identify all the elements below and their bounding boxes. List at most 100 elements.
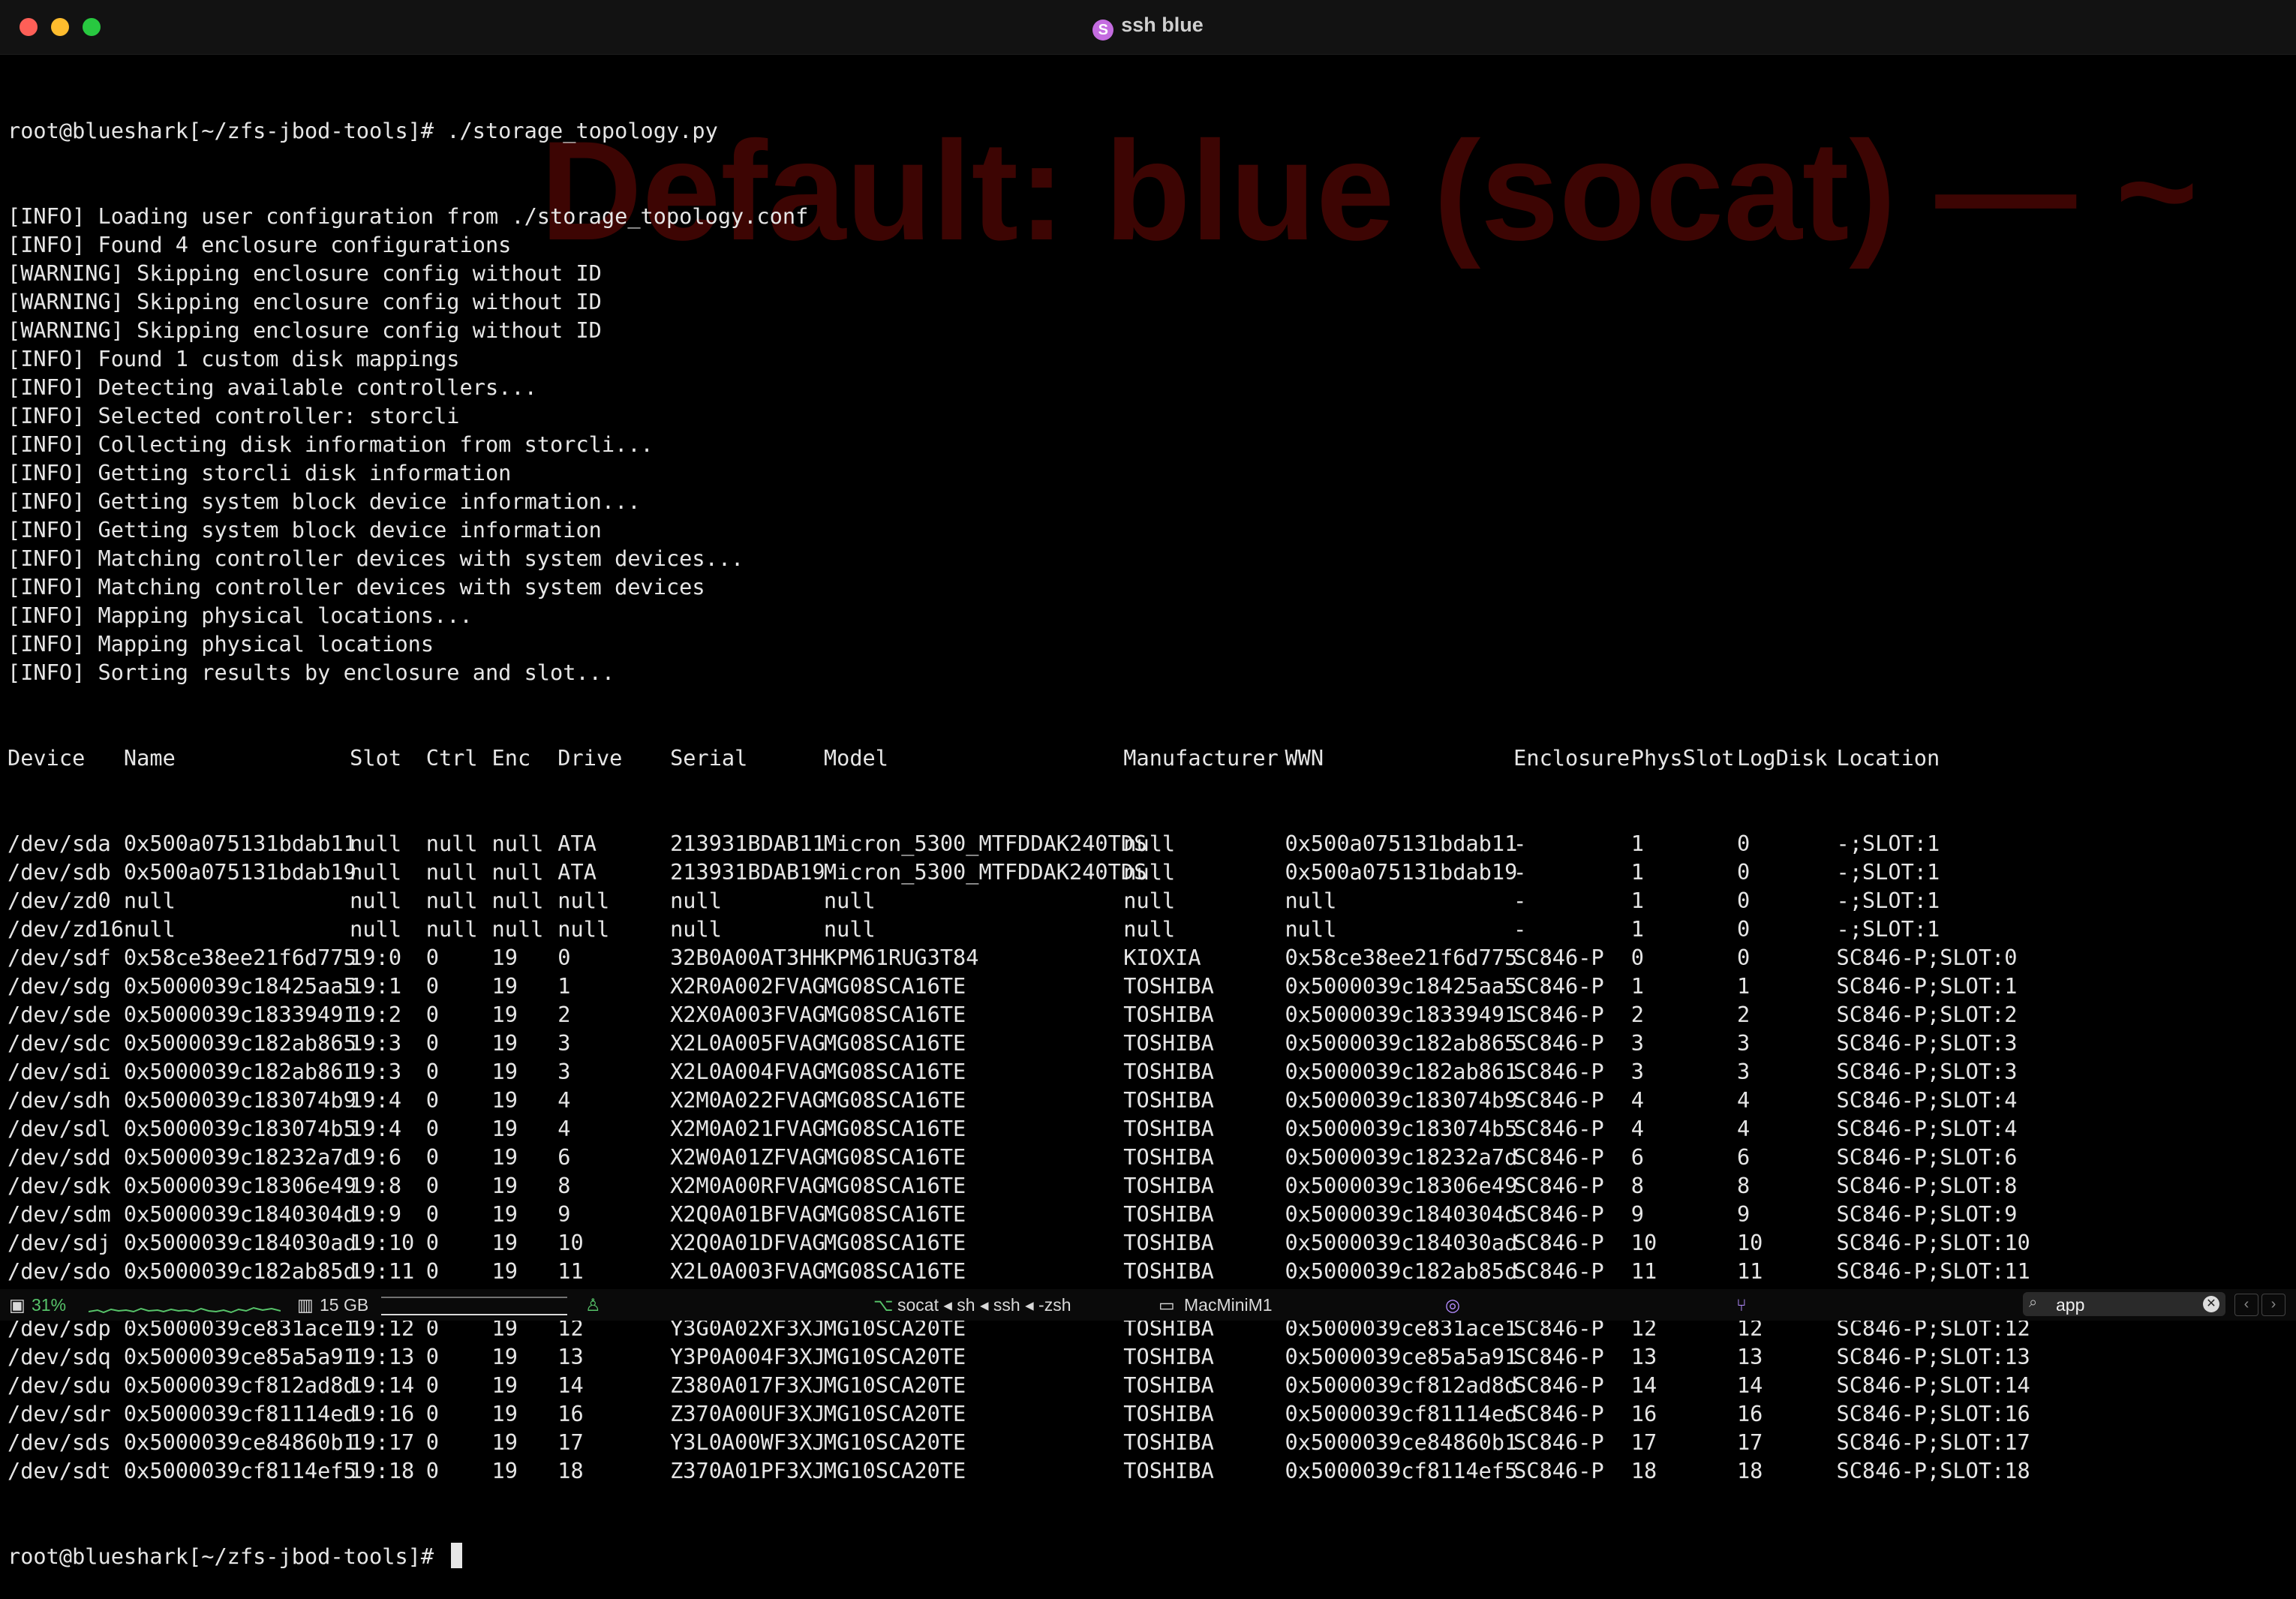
table-cell: /dev/sdf xyxy=(8,945,111,970)
table-cell: 0 xyxy=(425,1173,439,1198)
table-cell: 0x5000039c182ab85d xyxy=(123,1258,356,1284)
table-row: /dev/sdi 0x5000039c182ab86119:3 0 19 3 X2L0A0… xyxy=(8,1057,2018,1086)
table-cell: 0 xyxy=(425,973,439,999)
table-cell: /dev/sds xyxy=(8,1429,111,1455)
table-cell: 0x5000039cf812ad8d xyxy=(123,1372,356,1398)
table-cell: 14 xyxy=(1736,1372,1763,1398)
table-cell: SC846-P xyxy=(1513,1030,1604,1056)
table-cell: SC846-P xyxy=(1513,1230,1604,1255)
table-cell: null xyxy=(1123,916,1176,942)
table-row: /dev/sdl 0x5000039c183074b519:4 0 19 4 X2M0A0… xyxy=(8,1114,2018,1143)
table-cell: 0x5000039c18306e49 xyxy=(1285,1173,1518,1198)
column-header: WWN xyxy=(1285,745,1324,771)
table-cell: SC846-P;SLOT:16 xyxy=(1836,1401,2030,1426)
table-cell: 0x5000039c18339491 xyxy=(123,1002,356,1027)
table-cell: SC846-P xyxy=(1513,1002,1604,1027)
table-cell: SC846-P;SLOT:10 xyxy=(1836,1230,2030,1255)
table-cell: 0x5000039c183074b9 xyxy=(123,1087,356,1113)
table-cell: null xyxy=(350,831,402,856)
table-cell: SC846-P;SLOT:2 xyxy=(1836,1002,2018,1027)
table-cell: SC846-P;SLOT:3 xyxy=(1836,1059,2018,1084)
table-cell: 0x5000039c18425aa5 xyxy=(1285,973,1518,999)
table-cell: 11 xyxy=(1736,1258,1763,1284)
table-cell: /dev/sdh xyxy=(8,1087,111,1113)
table-cell: 11 xyxy=(1630,1258,1657,1284)
table-cell: /dev/sdg xyxy=(8,973,111,999)
table-cell: 0x5000039cf812ad8d xyxy=(1285,1372,1518,1398)
table-cell: /dev/sdb xyxy=(8,859,111,885)
table-cell: SC846-P xyxy=(1513,1059,1604,1084)
table-cell: 19 xyxy=(491,1258,518,1284)
table-body: /dev/sda 0x500a075131bdab11 null null null AT… xyxy=(8,829,2030,1485)
column-header: Ctrl xyxy=(425,745,478,771)
table-cell: 0x5000039c183074b5 xyxy=(1285,1116,1518,1141)
table-cell: TOSHIBA xyxy=(1123,1116,1214,1141)
table-cell: X2L0A004FVAG xyxy=(670,1059,825,1084)
host-name: MacMiniM1 xyxy=(1184,1295,1273,1315)
table-cell: SC846-P xyxy=(1513,1429,1604,1455)
table-cell: 0 xyxy=(1736,945,1751,970)
table-row: /dev/sdc 0x5000039c182ab86519:3 0 19 3 X2L0A0… xyxy=(8,1029,2018,1057)
table-cell: 1 xyxy=(1630,888,1645,913)
log-line: [INFO] Mapping physical locations... xyxy=(8,603,473,628)
status-bar: ▣ 31% ▥ 15 GB ♙ ⌥ socat ◂ sh ◂ ssh ◂ -zs… xyxy=(0,1289,2296,1321)
table-cell: 14 xyxy=(557,1372,584,1398)
table-cell: 3 xyxy=(1630,1059,1645,1084)
table-cell: SC846-P;SLOT:0 xyxy=(1836,945,2018,970)
table-cell: Z370A00UF3XJ xyxy=(670,1401,825,1426)
table-cell: 19:9 xyxy=(350,1201,402,1227)
table-cell: SC846-P;SLOT:17 xyxy=(1836,1429,2030,1455)
table-cell: 17 xyxy=(1630,1429,1657,1455)
broadcast-icon[interactable]: ◎ xyxy=(1445,1295,1460,1315)
table-row: /dev/sdt 0x5000039cf8114ef519:18 0 19 18 Z370… xyxy=(8,1456,2030,1485)
table-cell: SC846-P xyxy=(1513,1344,1604,1369)
table-cell: 1 xyxy=(1630,916,1645,942)
table-cell: null xyxy=(1123,888,1176,913)
table-cell: KPM61RUG3T84 xyxy=(823,945,979,970)
search-input[interactable] xyxy=(2054,1294,2192,1316)
prompt: root@blueshark[~/zfs-jbod-tools]# xyxy=(8,1543,447,1569)
table-row: /dev/zd16null null null null null null null nul… xyxy=(8,915,2018,943)
table-cell: SC846-P;SLOT:9 xyxy=(1836,1201,2018,1227)
table-cell: 13 xyxy=(1630,1344,1657,1369)
table-cell: 9 xyxy=(1630,1201,1645,1227)
log-line: [INFO] Getting storcli disk information xyxy=(8,460,512,485)
table-cell: SC846-P xyxy=(1513,1372,1604,1398)
table-cell: /dev/sdr xyxy=(8,1401,111,1426)
table-cell: 10 xyxy=(557,1230,584,1255)
table-cell: null xyxy=(1123,831,1176,856)
table-cell: TOSHIBA xyxy=(1123,1372,1214,1398)
table-cell: TOSHIBA xyxy=(1123,1258,1214,1284)
table-cell: 19:3 xyxy=(350,1030,402,1056)
window-title-text: ssh blue xyxy=(1121,14,1204,36)
table-cell: MG08SCA16TE xyxy=(823,1201,966,1227)
table-cell: 0x5000039cf81114ed xyxy=(123,1401,356,1426)
table-cell: 19 xyxy=(491,1173,518,1198)
table-cell: 18 xyxy=(557,1458,584,1483)
table-cell: 0x5000039c182ab85d xyxy=(1285,1258,1518,1284)
table-cell: TOSHIBA xyxy=(1123,1201,1214,1227)
table-cell: -;SLOT:1 xyxy=(1836,859,1940,885)
terminal-output[interactable]: root@blueshark[~/zfs-jbod-tools]# ./stor… xyxy=(8,59,2030,1599)
previous-match-button[interactable]: ‹ xyxy=(2234,1294,2258,1316)
git-branch-icon[interactable]: ⑂ xyxy=(1736,1295,1747,1315)
table-cell: /dev/sdd xyxy=(8,1144,111,1170)
table-cell: null xyxy=(350,916,402,942)
table-cell: -;SLOT:1 xyxy=(1836,916,1940,942)
table-cell: null xyxy=(425,916,478,942)
search-box[interactable]: ⌕ ✕ xyxy=(2023,1292,2225,1316)
table-cell: 0x500a075131bdab19 xyxy=(1285,859,1518,885)
table-cell: 0 xyxy=(1630,945,1645,970)
table-cell: 19:4 xyxy=(350,1087,402,1113)
host-icon: ▭ xyxy=(1159,1295,1175,1315)
table-cell: 8 xyxy=(1630,1173,1645,1198)
log-line: [WARNING] Skipping enclosure config with… xyxy=(8,289,602,314)
active-prompt-line[interactable]: root@blueshark[~/zfs-jbod-tools]# xyxy=(8,1542,2018,1570)
table-cell: 0 xyxy=(425,1458,439,1483)
column-header: Enc xyxy=(491,745,531,771)
clear-search-icon[interactable]: ✕ xyxy=(2203,1296,2219,1312)
table-cell: 19 xyxy=(491,1116,518,1141)
table-cell: 0x5000039c18425aa5 xyxy=(123,973,356,999)
table-cell: 11 xyxy=(557,1258,584,1284)
next-match-button[interactable]: › xyxy=(2261,1294,2285,1316)
